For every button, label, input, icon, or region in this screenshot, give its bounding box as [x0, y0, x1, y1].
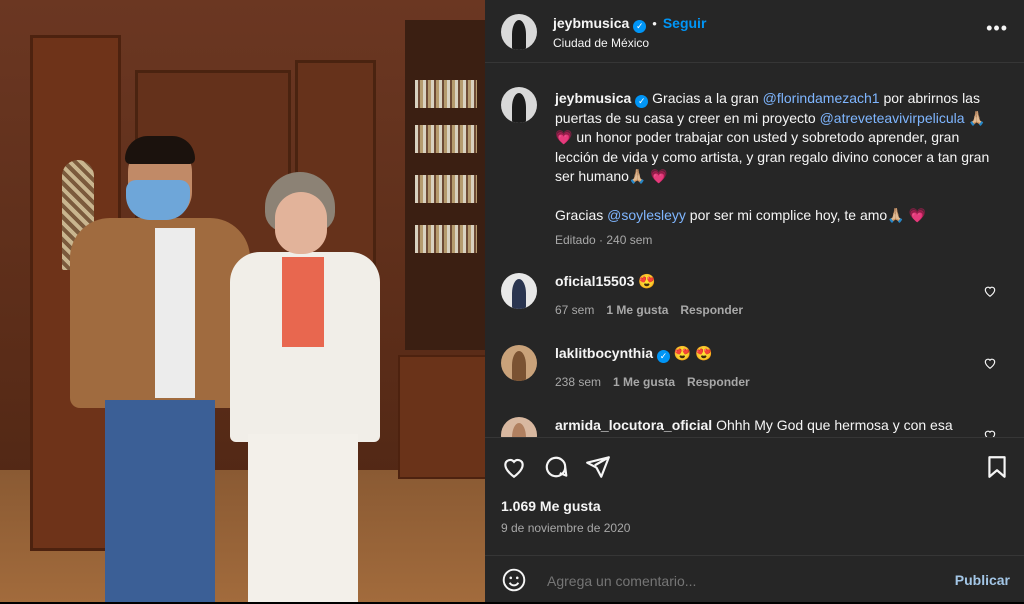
author-avatar[interactable]	[501, 14, 537, 50]
commenter-username[interactable]: oficial15503	[555, 273, 634, 289]
follow-button[interactable]: Seguir	[663, 15, 707, 31]
comment-like-count[interactable]: 1 Me gusta	[613, 375, 675, 389]
post-actions: 1.069 Me gusta 9 de noviembre de 2020 Pu…	[485, 437, 1024, 598]
comment-heart-icon[interactable]	[983, 284, 997, 298]
comment-text-line: laklitbocynthia ✓ 😍 😍	[555, 345, 995, 363]
comment-text-line: oficial15503 😍	[555, 273, 995, 290]
commenter-avatar[interactable]	[501, 417, 537, 437]
photo-books	[415, 80, 477, 108]
comment-text: 😍 😍	[673, 345, 713, 361]
comment-heart-icon[interactable]	[983, 356, 997, 370]
commenter-avatar[interactable]	[501, 345, 537, 381]
caption: jeybmusica ✓ Gracias a la gran @florindam…	[555, 89, 1005, 251]
post-header: jeybmusica ✓ • Seguir Ciudad de México •••	[485, 0, 1024, 63]
comment-time[interactable]: 67 sem	[555, 303, 594, 317]
photo-books	[415, 175, 477, 203]
comment-text: Ohhh My God que hermosa y con esa	[716, 417, 953, 433]
commenter-username[interactable]: armida_locutora_oficial	[555, 417, 712, 433]
post-date[interactable]: 9 de noviembre de 2020	[501, 521, 630, 535]
comment-input[interactable]	[545, 572, 929, 590]
reply-button[interactable]: Responder	[680, 303, 743, 317]
photo-person-man	[70, 136, 250, 602]
mention-link[interactable]: @soylesleyy	[607, 207, 686, 223]
add-comment-bar: Publicar	[485, 555, 1024, 604]
location-link[interactable]: Ciudad de México	[553, 36, 649, 50]
comment-icon[interactable]	[543, 454, 569, 480]
photo-drawers	[398, 355, 485, 479]
commenter-username[interactable]: laklitbocynthia	[555, 345, 653, 361]
comment-heart-icon[interactable]	[983, 428, 997, 437]
comment-meta: 67 sem 1 Me gusta Responder	[555, 303, 743, 317]
comment-time[interactable]: 238 sem	[555, 375, 601, 389]
comment-meta: 238 sem 1 Me gusta Responder	[555, 375, 750, 389]
emoji-icon[interactable]	[501, 567, 527, 593]
comments-scroll-area[interactable]: jeybmusica ✓ Gracias a la gran @florindam…	[485, 63, 1024, 437]
caption-text: Gracias a la gran	[652, 90, 763, 106]
caption-username[interactable]: jeybmusica	[555, 90, 631, 106]
verified-badge-icon: ✓	[657, 350, 671, 363]
verified-badge-icon: ✓	[633, 20, 647, 33]
comment-item: armida_locutora_oficial Ohhh My God que …	[501, 417, 1011, 437]
caption-text: por ser mi complice hoy, te amo🙏🏼 💗	[685, 206, 926, 223]
caption-text: Gracias	[555, 206, 608, 223]
mention-link[interactable]: @florindamezach1	[763, 90, 880, 106]
comment-like-count[interactable]: 1 Me gusta	[606, 303, 668, 317]
caption-meta: Editado · 240 sem	[555, 233, 653, 247]
verified-badge-icon: ✓	[635, 95, 649, 108]
author-username[interactable]: jeybmusica	[553, 15, 629, 31]
mention-link[interactable]: @atreveteavivirpelicula	[820, 110, 965, 126]
publish-button[interactable]: Publicar	[955, 572, 1010, 588]
photo-books	[415, 225, 477, 253]
photo-person-woman	[230, 172, 390, 602]
comment-item: oficial15503 😍 67 sem 1 Me gusta Responder	[501, 273, 1011, 323]
reply-button[interactable]: Responder	[687, 375, 750, 389]
post-photo[interactable]	[0, 0, 485, 602]
commenter-avatar[interactable]	[501, 273, 537, 309]
more-options-icon[interactable]: •••	[986, 18, 1008, 39]
like-count[interactable]: 1.069 Me gusta	[501, 498, 601, 514]
author-line: jeybmusica ✓ • Seguir	[553, 15, 706, 33]
photo-books	[415, 125, 477, 153]
comment-text-line: armida_locutora_oficial Ohhh My God que …	[555, 417, 995, 433]
post-modal: jeybmusica ✓ • Seguir Ciudad de México ••• …	[0, 0, 1024, 602]
post-side-panel: jeybmusica ✓ • Seguir Ciudad de México ••• …	[485, 0, 1024, 602]
comment-text: 😍	[638, 273, 656, 289]
share-icon[interactable]	[585, 454, 611, 480]
heart-icon[interactable]	[501, 454, 527, 480]
comment-item: laklitbocynthia ✓ 😍 😍 238 sem 1 Me gusta Re…	[501, 345, 1011, 395]
separator-dot: •	[652, 16, 657, 31]
save-icon[interactable]	[984, 454, 1010, 480]
caption-avatar[interactable]	[501, 87, 537, 123]
